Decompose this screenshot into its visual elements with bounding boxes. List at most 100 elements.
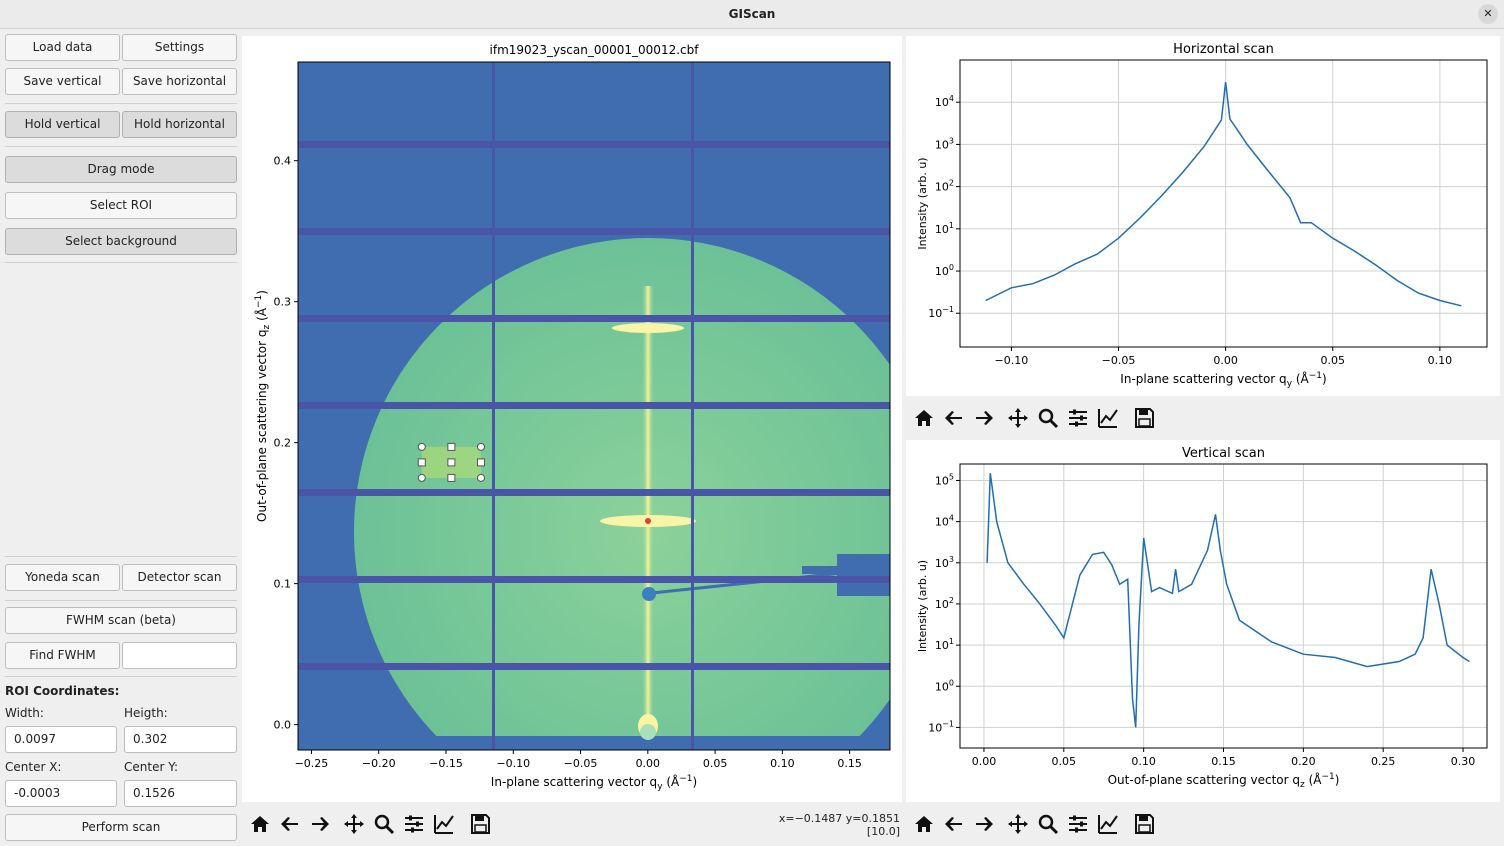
- select-background-button[interactable]: Select background: [5, 228, 237, 255]
- horizontal-scan-chart[interactable]: Horizontal scan −0.10 −0.05 0.00 0.05 0.10 10−…: [906, 36, 1500, 396]
- perform-scan-button[interactable]: Perform scan: [5, 814, 237, 841]
- fwhm-scan-button[interactable]: FWHM scan (beta): [5, 607, 237, 634]
- x-tick-label: 0.10: [770, 757, 795, 770]
- save-icon[interactable]: [1132, 406, 1156, 430]
- center-x-field[interactable]: -0.0003: [5, 780, 117, 807]
- yoneda-scan-button[interactable]: Yoneda scan: [5, 564, 120, 591]
- beam-center-marker: [642, 587, 656, 601]
- forward-arrow-icon[interactable]: [972, 812, 996, 836]
- y-tick-label: 104: [935, 94, 954, 109]
- forward-arrow-icon[interactable]: [308, 812, 332, 836]
- cursor-coordinates: x=−0.1487 y=0.1851: [778, 812, 900, 825]
- bragg-peak: [612, 323, 684, 333]
- pan-icon[interactable]: [342, 812, 366, 836]
- back-arrow-icon[interactable]: [942, 406, 966, 430]
- back-arrow-icon[interactable]: [278, 812, 302, 836]
- y-tick-label: 10−1: [928, 719, 954, 734]
- center-y-label: Center Y:: [124, 760, 178, 774]
- roi-edge-handle[interactable]: [447, 473, 456, 482]
- x-tick-label: −0.15: [429, 757, 463, 770]
- configure-subplots-icon[interactable]: [1066, 406, 1090, 430]
- hold-horizontal-button[interactable]: Hold horizontal: [122, 111, 237, 138]
- pan-icon[interactable]: [1006, 812, 1030, 836]
- configure-subplots-icon[interactable]: [402, 812, 426, 836]
- home-icon[interactable]: [248, 812, 272, 836]
- bragg-peak-core: [645, 518, 651, 524]
- detector-image-figure[interactable]: ifm19023_yscan_00001_00012.cbf −0.25 −0.…: [242, 36, 902, 802]
- divider: [5, 146, 237, 147]
- detector-image-panel: ifm19023_yscan_00001_00012.cbf −0.25 −0.…: [242, 36, 902, 802]
- x-tick-label: 0.05: [703, 757, 728, 770]
- x-tick-label: 0.15: [837, 757, 862, 770]
- select-roi-button[interactable]: Select ROI: [5, 192, 237, 219]
- roi-edge-handle[interactable]: [476, 458, 485, 467]
- save-horizontal-button[interactable]: Save horizontal: [122, 68, 237, 95]
- roi-corner-handle[interactable]: [476, 442, 485, 451]
- configure-subplots-icon[interactable]: [1066, 812, 1090, 836]
- save-icon[interactable]: [468, 812, 492, 836]
- roi-corner-handle[interactable]: [417, 473, 426, 482]
- detector-x-axis-label: In-plane scattering vector qy (Å−1): [491, 774, 697, 792]
- y-tick-label: 102: [935, 179, 954, 194]
- center-y-field[interactable]: 0.1526: [124, 780, 237, 807]
- save-icon[interactable]: [1132, 812, 1156, 836]
- y-tick-label: 100: [935, 263, 954, 278]
- save-vertical-button[interactable]: Save vertical: [5, 68, 120, 95]
- close-icon[interactable]: ✕: [1478, 4, 1498, 24]
- home-icon[interactable]: [912, 406, 936, 430]
- height-label: Heigth:: [124, 706, 168, 720]
- zoom-icon[interactable]: [1036, 406, 1060, 430]
- x-tick-label: 0.05: [1052, 755, 1077, 768]
- forward-arrow-icon[interactable]: [972, 406, 996, 430]
- x-tick-label: −0.10: [496, 757, 530, 770]
- width-label: Width:: [5, 706, 44, 720]
- sidebar: Load data Settings Save vertical Save ho…: [0, 30, 242, 846]
- fwhm-result-field[interactable]: [122, 642, 237, 669]
- roi-corner-handle[interactable]: [417, 442, 426, 451]
- drag-mode-button[interactable]: Drag mode: [5, 156, 237, 183]
- detector-image: [298, 62, 890, 750]
- pan-icon[interactable]: [1006, 406, 1030, 430]
- home-icon[interactable]: [912, 812, 936, 836]
- x-tick-label: −0.25: [295, 757, 329, 770]
- x-tick-label: 0.20: [1291, 755, 1316, 768]
- roi-edge-handle[interactable]: [417, 458, 426, 467]
- cursor-value: [10.0]: [866, 825, 900, 838]
- load-data-button[interactable]: Load data: [5, 34, 120, 61]
- divider: [5, 676, 237, 677]
- vertical-scan-chart[interactable]: Vertical scan 0.00 0.05 0.10 0.15 0.20 0.25 0.3…: [906, 440, 1500, 802]
- vertical-scan-toolbar: [906, 806, 1500, 842]
- y-axis-label: Intensity (arb. u): [916, 157, 929, 249]
- edit-axis-icon[interactable]: [1096, 406, 1120, 430]
- x-tick-label: −0.20: [362, 757, 396, 770]
- scan-series-line: [986, 473, 1470, 728]
- edit-axis-icon[interactable]: [1096, 812, 1120, 836]
- divider: [5, 103, 237, 104]
- find-fwhm-button[interactable]: Find FWHM: [5, 642, 120, 669]
- roi-rectangle[interactable]: [417, 442, 485, 482]
- x-tick-label: 0.00: [972, 755, 997, 768]
- height-field[interactable]: 0.302: [124, 726, 237, 753]
- edit-axis-icon[interactable]: [432, 812, 456, 836]
- roi-edge-handle[interactable]: [447, 458, 456, 467]
- zoom-icon[interactable]: [1036, 812, 1060, 836]
- width-field[interactable]: 0.0097: [5, 726, 117, 753]
- hold-vertical-button[interactable]: Hold vertical: [5, 111, 120, 138]
- x-tick-label: −0.05: [1102, 354, 1136, 367]
- x-axis-label: Out-of-plane scattering vector qz (Å−1): [1108, 772, 1340, 790]
- y-tick-label: 0.4: [274, 155, 292, 168]
- y-tick-label: 105: [935, 472, 954, 487]
- settings-button[interactable]: Settings: [122, 34, 237, 61]
- roi-corner-handle[interactable]: [476, 473, 485, 482]
- y-tick-label: 101: [935, 637, 954, 652]
- center-x-label: Center X:: [5, 760, 62, 774]
- back-arrow-icon[interactable]: [942, 812, 966, 836]
- zoom-icon[interactable]: [372, 812, 396, 836]
- x-tick-label: 0.30: [1451, 755, 1476, 768]
- y-axis-label: Intensity (arb. u): [916, 560, 929, 652]
- y-tick-label: 0.3: [274, 296, 292, 309]
- roi-edge-handle[interactable]: [447, 442, 456, 451]
- divider: [5, 600, 237, 601]
- detector-scan-button[interactable]: Detector scan: [122, 564, 237, 591]
- y-tick-label: 0.0: [274, 719, 292, 732]
